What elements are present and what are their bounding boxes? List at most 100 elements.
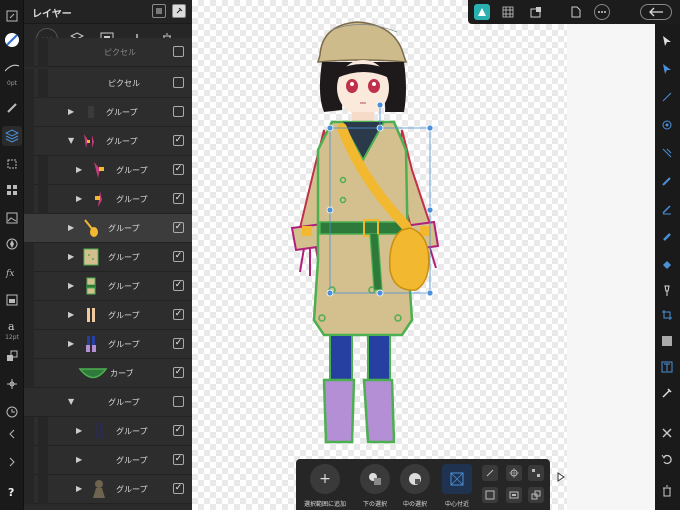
expand-arrow-icon[interactable]: ▶ (68, 252, 76, 262)
document-icon[interactable] (568, 4, 584, 20)
snap-center-icon[interactable] (506, 465, 522, 481)
brush-icon[interactable] (2, 98, 22, 118)
more-icon[interactable] (594, 4, 610, 20)
panel-menu-icon[interactable] (152, 4, 166, 18)
transparency-tool-icon[interactable] (658, 282, 676, 300)
visibility-checkbox[interactable]: ✓ (173, 483, 184, 494)
snapping-icon[interactable] (2, 374, 22, 394)
layer-row[interactable]: ▶ グループ ✓ (24, 243, 192, 272)
visibility-checkbox[interactable]: ✓ (173, 338, 184, 349)
contour-tool-icon[interactable] (658, 144, 676, 162)
layer-row[interactable]: ▼ グループ (24, 388, 192, 417)
add-to-selection-button[interactable]: + (310, 464, 340, 494)
layer-row[interactable]: ▶ グループ ✓ (24, 446, 192, 475)
rectangle-tool-icon[interactable] (658, 332, 676, 350)
transform-icon[interactable] (2, 154, 22, 174)
layer-row[interactable]: ピクセル (24, 38, 192, 67)
navigator-icon[interactable] (2, 234, 22, 254)
duplicate-icon[interactable] (528, 487, 544, 503)
transform-origin-icon[interactable] (482, 465, 498, 481)
chevron-right-icon[interactable] (2, 452, 22, 472)
move-tool-icon[interactable] (658, 32, 676, 50)
visibility-checkbox[interactable]: ✓ (173, 135, 184, 146)
expand-arrow-icon[interactable]: ▶ (68, 281, 76, 291)
layer-row-selected[interactable]: ▶ グループ ✓ (24, 214, 192, 243)
collapse-arrow-icon[interactable]: ▼ (68, 397, 76, 407)
fx-icon[interactable]: fx (2, 262, 22, 282)
brush-tool-icon[interactable] (658, 228, 676, 246)
text-style-icon[interactable]: a (2, 316, 22, 336)
align-icon[interactable] (528, 465, 544, 481)
collapse-arrow-icon[interactable]: ▼ (68, 136, 76, 146)
expand-arrow-icon[interactable]: ▶ (68, 310, 76, 320)
layer-row[interactable]: ▶ グループ ✓ (24, 185, 192, 214)
color-picker-icon[interactable] (658, 384, 676, 402)
layers-icon[interactable] (2, 126, 22, 146)
swatches-icon[interactable] (2, 180, 22, 200)
expand-arrow-icon[interactable]: ▶ (76, 455, 84, 465)
visibility-checkbox[interactable] (173, 77, 184, 88)
group-icon[interactable] (506, 487, 522, 503)
corner-tool-icon[interactable] (658, 88, 676, 106)
expand-arrow-icon[interactable]: ▶ (68, 339, 76, 349)
text-tool-icon[interactable] (658, 358, 676, 376)
visibility-checkbox[interactable]: ✓ (173, 367, 184, 378)
assistant-icon[interactable] (528, 4, 544, 20)
expand-arrow-icon[interactable]: ▶ (76, 165, 84, 175)
expand-arrow-icon[interactable]: ▶ (76, 194, 84, 204)
undo-icon[interactable] (658, 450, 676, 468)
layer-row[interactable]: ピクセル (24, 69, 192, 98)
layer-row[interactable]: ▶ グループ ✓ (24, 330, 192, 359)
character-artwork[interactable] (192, 0, 655, 510)
pen-tool-icon[interactable] (658, 172, 676, 190)
visibility-checkbox[interactable]: ✓ (173, 280, 184, 291)
expand-arrow-icon[interactable]: ▶ (68, 223, 76, 233)
center-near-button[interactable] (442, 464, 472, 494)
pencil-tool-icon[interactable] (658, 200, 676, 218)
visibility-checkbox[interactable] (173, 46, 184, 57)
visibility-checkbox[interactable]: ✓ (173, 454, 184, 465)
node-tool-icon[interactable] (658, 60, 676, 78)
stroke-style-icon[interactable] (2, 58, 22, 78)
toolbar-expand-icon[interactable] (556, 472, 566, 485)
arrange-icon[interactable] (2, 346, 22, 366)
image-icon[interactable] (2, 208, 22, 228)
layer-row[interactable]: ▶ グループ ✓ (24, 417, 192, 446)
chevron-left-icon[interactable] (2, 424, 22, 444)
layer-row[interactable]: ▶ グループ (24, 98, 192, 127)
back-arrow-icon[interactable] (640, 4, 672, 20)
adjustment-icon[interactable] (2, 290, 22, 310)
visibility-checkbox[interactable]: ✓ (173, 425, 184, 436)
visibility-checkbox[interactable]: ✓ (173, 309, 184, 320)
layer-row[interactable]: カーブ ✓ (24, 359, 192, 388)
visibility-checkbox[interactable]: ✓ (173, 164, 184, 175)
expand-arrow-icon[interactable]: ▶ (76, 484, 84, 494)
visibility-checkbox[interactable]: ✓ (173, 193, 184, 204)
persona-icon[interactable] (474, 4, 490, 20)
layer-row[interactable]: ▶ グループ ✓ (24, 272, 192, 301)
layer-row[interactable]: ▶ グループ ✓ (24, 301, 192, 330)
flip-icon[interactable] (482, 487, 498, 503)
expand-arrow-icon[interactable]: ▶ (76, 426, 84, 436)
grid-icon[interactable] (500, 4, 516, 20)
visibility-checkbox[interactable] (173, 106, 184, 117)
layer-row[interactable]: ▼ グループ ✓ (24, 127, 192, 156)
visibility-checkbox[interactable]: ✓ (173, 222, 184, 233)
pin-icon[interactable] (172, 4, 186, 18)
layer-row[interactable]: ▶ グループ ✓ (24, 475, 192, 504)
fill-none-icon[interactable] (2, 30, 22, 50)
history-icon[interactable] (2, 402, 22, 422)
help-icon[interactable]: ? (2, 482, 22, 502)
visibility-checkbox[interactable]: ✓ (173, 251, 184, 262)
crop-tool-icon[interactable] (658, 306, 676, 324)
expand-icon[interactable] (2, 6, 22, 26)
expand-arrow-icon[interactable]: ▶ (68, 107, 76, 117)
select-inside-button[interactable] (400, 464, 430, 494)
fill-tool-icon[interactable] (658, 256, 676, 274)
select-below-button[interactable] (360, 464, 390, 494)
visibility-checkbox[interactable] (173, 396, 184, 407)
point-transform-icon[interactable] (658, 116, 676, 134)
canvas-area[interactable] (192, 0, 655, 510)
close-icon[interactable] (658, 424, 676, 442)
layer-row[interactable]: ▶ グループ ✓ (24, 156, 192, 185)
